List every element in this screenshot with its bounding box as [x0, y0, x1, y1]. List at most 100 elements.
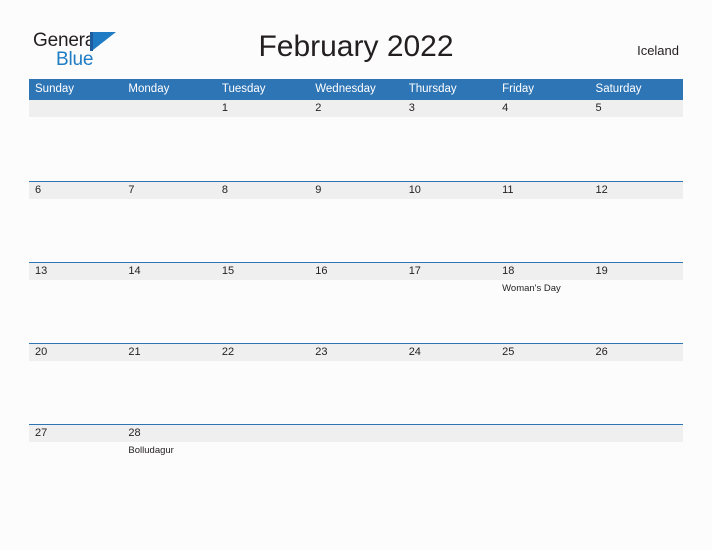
calendar-day-cell[interactable]: 25: [496, 342, 590, 424]
day-cell-content: [309, 424, 403, 442]
day-number: 2: [309, 100, 403, 117]
calendar-day-cell[interactable]: 18 Woman's Day: [496, 261, 590, 343]
day-cell-content: [496, 424, 590, 442]
day-number: 6: [29, 181, 123, 199]
day-cell-content: 1: [215, 100, 310, 117]
calendar-header-row: Sunday Monday Tuesday Wednesday Thursday…: [29, 79, 683, 100]
day-number: 5: [589, 100, 683, 117]
weekday-header-tuesday: Tuesday: [215, 79, 310, 100]
calendar-day-cell[interactable]: 2: [309, 100, 403, 181]
page-header: General Blue February 2022 Iceland: [0, 0, 712, 78]
day-number: 16: [309, 262, 403, 280]
calendar-week-row: 12345: [29, 100, 683, 181]
calendar-day-cell[interactable]: 17: [402, 261, 497, 343]
day-cell-content: 14: [122, 262, 216, 280]
calendar-day-cell[interactable]: 20: [29, 342, 123, 424]
day-number: [589, 424, 683, 442]
calendar-day-cell[interactable]: 8: [215, 180, 310, 262]
calendar-day-cell[interactable]: 26: [589, 342, 683, 424]
calendar-day-cell[interactable]: 15: [215, 261, 310, 343]
day-number: 20: [29, 343, 123, 361]
day-cell-content: 3: [402, 100, 497, 117]
country-label: Iceland: [637, 43, 679, 58]
calendar-empty-cell: [215, 423, 310, 544]
weekday-header-sunday: Sunday: [29, 79, 123, 100]
day-number: 1: [215, 100, 310, 117]
day-number: 3: [402, 100, 497, 117]
day-number: 17: [402, 262, 497, 280]
day-cell-content: 17: [402, 262, 497, 280]
day-number: 19: [589, 262, 683, 280]
day-number: [122, 100, 216, 117]
day-cell-content: 22: [215, 343, 310, 361]
day-number: 27: [29, 424, 123, 442]
calendar-week-row: 6 7 8 9 10 11 12: [29, 180, 683, 262]
day-cell-content: [29, 100, 123, 117]
calendar-day-cell[interactable]: 5: [589, 100, 683, 181]
day-number: 14: [122, 262, 216, 280]
calendar-day-cell[interactable]: 16: [309, 261, 403, 343]
calendar-day-cell[interactable]: 9: [309, 180, 403, 262]
day-number: 11: [496, 181, 590, 199]
calendar-day-cell[interactable]: 7: [122, 180, 216, 262]
calendar-day-cell[interactable]: 14: [122, 261, 216, 343]
day-number: 23: [309, 343, 403, 361]
day-cell-content: 27: [29, 424, 123, 442]
weekday-header-thursday: Thursday: [402, 79, 497, 100]
day-cell-content: 8: [215, 181, 310, 199]
day-number: 21: [122, 343, 216, 361]
day-number: 10: [402, 181, 497, 199]
calendar-day-cell[interactable]: 27: [29, 423, 123, 544]
day-cell-content: 25: [496, 343, 590, 361]
calendar-day-cell[interactable]: 3: [402, 100, 497, 181]
calendar-day-cell[interactable]: 23: [309, 342, 403, 424]
calendar-day-cell[interactable]: 6: [29, 180, 123, 262]
day-cell-content: 13: [29, 262, 123, 280]
calendar-day-cell[interactable]: 1: [215, 100, 310, 181]
calendar-day-cell[interactable]: 4: [496, 100, 590, 181]
day-number: [309, 424, 403, 442]
calendar-day-cell[interactable]: 12: [589, 180, 683, 262]
day-number: 9: [309, 181, 403, 199]
day-cell-content: 5: [589, 100, 683, 117]
calendar-day-cell[interactable]: 21: [122, 342, 216, 424]
month-calendar-table: Sunday Monday Tuesday Wednesday Thursday…: [29, 79, 683, 544]
calendar-empty-cell: [402, 423, 497, 544]
calendar-week-row: 20 21 22 23 24 25 26: [29, 342, 683, 424]
day-cell-content: [215, 424, 310, 442]
day-cell-content: 16: [309, 262, 403, 280]
calendar-day-cell[interactable]: 28 Bolludagur: [122, 423, 216, 544]
day-number: 12: [589, 181, 683, 199]
calendar-day-cell[interactable]: 19: [589, 261, 683, 343]
calendar-week-row: 13 14 15 16 17 18 Woman's Day 19: [29, 261, 683, 343]
calendar-empty-cell: [496, 423, 590, 544]
day-cell-content: 21: [122, 343, 216, 361]
weekday-header-friday: Friday: [496, 79, 590, 100]
day-cell-content: 24: [402, 343, 497, 361]
calendar-day-cell[interactable]: 11: [496, 180, 590, 262]
day-cell-content: 12: [589, 181, 683, 199]
day-cell-content: 7: [122, 181, 216, 199]
day-cell-content: 15: [215, 262, 310, 280]
calendar-week-row: 27 28 Bolludagur: [29, 423, 683, 544]
day-cell-content: 19: [589, 262, 683, 280]
day-number: 8: [215, 181, 310, 199]
day-cell-content: 18 Woman's Day: [496, 262, 590, 295]
day-number: 25: [496, 343, 590, 361]
day-cell-content: 10: [402, 181, 497, 199]
day-cell-content: 6: [29, 181, 123, 199]
calendar-day-cell[interactable]: 22: [215, 342, 310, 424]
calendar-day-cell[interactable]: 24: [402, 342, 497, 424]
weekday-header-saturday: Saturday: [589, 79, 683, 100]
day-cell-content: 9: [309, 181, 403, 199]
day-cell-content: 4: [496, 100, 590, 117]
calendar-day-cell[interactable]: 10: [402, 180, 497, 262]
day-number: 15: [215, 262, 310, 280]
day-number: 7: [122, 181, 216, 199]
day-cell-content: 11: [496, 181, 590, 199]
calendar-day-cell[interactable]: 13: [29, 261, 123, 343]
day-number: 4: [496, 100, 590, 117]
weekday-header-monday: Monday: [122, 79, 216, 100]
day-number: 28: [122, 424, 216, 442]
day-cell-content: [122, 100, 216, 117]
